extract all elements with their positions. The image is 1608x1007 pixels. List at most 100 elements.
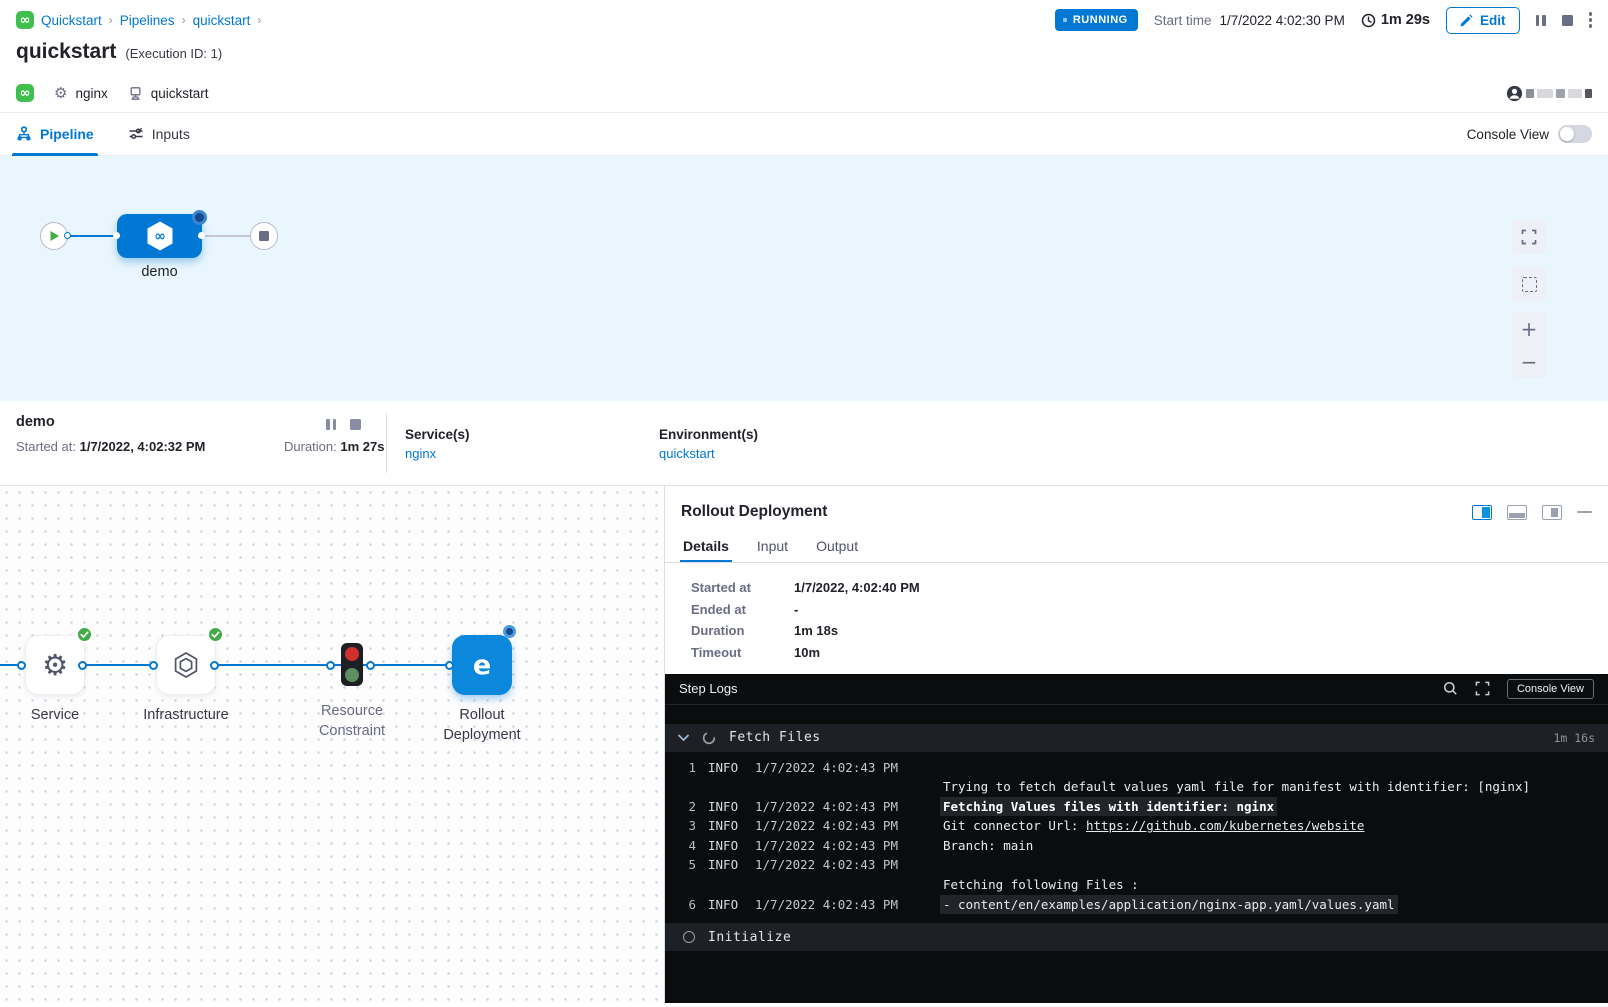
minimize-panel-button[interactable] <box>1577 511 1592 514</box>
layout-panel-right-button[interactable] <box>1542 505 1562 520</box>
green-light <box>345 668 359 682</box>
clock-icon <box>1361 13 1376 28</box>
port <box>113 232 120 239</box>
pencil-icon <box>1460 14 1473 27</box>
step-label-service: Service <box>0 705 115 725</box>
running-spinner-badge <box>503 625 516 638</box>
more-options-icon[interactable] <box>1589 12 1593 28</box>
log-line: 5INFO1/7/2022 4:02:43 PM <box>678 855 1595 875</box>
duration-value: 1m 27s <box>340 439 384 454</box>
step-logs: Step Logs Console View Fetch Files 1 <box>665 674 1608 1004</box>
top-header: ∞ Quickstart › Pipelines › quickstart › … <box>0 0 1608 112</box>
stop-pipeline-button[interactable] <box>1562 15 1573 26</box>
step-node-resource-constraint[interactable] <box>341 643 363 686</box>
harness-e-icon: e <box>473 650 491 681</box>
detail-value: 1m 18s <box>794 623 1582 638</box>
pause-pipeline-button[interactable] <box>1536 15 1546 26</box>
detail-value: 1/7/2022, 4:02:40 PM <box>794 580 1582 595</box>
zoom-in-button[interactable]: + <box>1512 312 1546 345</box>
connector-dot <box>149 661 158 670</box>
cd-module-icon: ∞ <box>16 84 34 102</box>
detail-label: Ended at <box>691 602 794 617</box>
section-duration: 1m 16s <box>1553 731 1595 745</box>
log-search-icon[interactable] <box>1443 681 1458 696</box>
step-details-table: Started at 1/7/2022, 4:02:40 PM Ended at… <box>665 563 1608 674</box>
console-view-label: Console View <box>1467 127 1549 142</box>
fullscreen-icon <box>1521 229 1537 245</box>
breadcrumb-link-pipeline-name[interactable]: quickstart <box>193 13 251 28</box>
connector-dot <box>326 661 335 670</box>
log-line: Fetching following Files : <box>678 875 1595 895</box>
log-link[interactable]: https://github.com/kubernetes/website <box>1086 818 1364 833</box>
chevron-right-icon: › <box>109 13 113 27</box>
breadcrumb-link-pipelines[interactable]: Pipelines <box>120 13 175 28</box>
step-label-rollout-deployment: Rollout Deployment <box>422 705 542 746</box>
console-view-toggle[interactable] <box>1558 125 1592 143</box>
inputs-icon <box>128 126 144 142</box>
layout-split-vertical-button[interactable] <box>1472 505 1492 520</box>
tab-input[interactable]: Input <box>757 529 788 562</box>
step-label-resource-constraint: Resource Constraint <box>300 701 404 742</box>
cd-stage-icon: ∞ <box>145 220 175 252</box>
edit-button[interactable]: Edit <box>1446 7 1520 34</box>
pipeline-end-node[interactable] <box>250 222 278 250</box>
svg-text:∞: ∞ <box>154 229 166 245</box>
connector-dot <box>17 661 26 670</box>
execution-graph-canvas[interactable]: ⚙ e Service Infrastructure <box>0 486 664 1003</box>
detail-label: Started at <box>691 580 794 595</box>
harness-cd-icon: ∞ <box>16 11 34 29</box>
tab-inputs[interactable]: Inputs <box>128 113 190 155</box>
red-light <box>345 647 359 661</box>
stage-label: demo <box>107 264 212 280</box>
detail-value: - <box>794 602 1582 617</box>
selection-box-icon <box>1522 277 1537 292</box>
start-time-label: Start time <box>1154 13 1212 28</box>
avatar-icon <box>1506 85 1523 102</box>
zoom-out-button[interactable]: − <box>1512 345 1546 378</box>
pipeline-canvas[interactable]: ∞ demo + − <box>0 156 1608 401</box>
log-fullscreen-icon[interactable] <box>1475 681 1490 696</box>
page-title: quickstart <box>16 40 116 64</box>
success-check-icon <box>76 626 93 643</box>
canvas-zoom-controls: + − <box>1512 312 1546 378</box>
breadcrumb: ∞ Quickstart › Pipelines › quickstart › <box>16 11 261 29</box>
stage-name: demo <box>16 414 55 430</box>
gear-icon: ⚙ <box>42 651 68 680</box>
step-node-rollout-deployment[interactable]: e <box>452 635 512 695</box>
play-icon <box>49 230 60 242</box>
canvas-fit-selection-button[interactable] <box>1512 267 1546 301</box>
log-lines: 1INFO1/7/2022 4:02:43 PM Trying to fetch… <box>665 752 1608 924</box>
log-line: 1INFO1/7/2022 4:02:43 PM <box>678 758 1595 778</box>
execution-id: (Execution ID: 1) <box>125 46 222 61</box>
stage-stop-button[interactable] <box>350 419 361 430</box>
stop-icon <box>259 231 269 241</box>
log-scroll-area[interactable]: Fetch Files 1m 16s 1INFO1/7/2022 4:02:43… <box>665 705 1608 1004</box>
gear-icon: ⚙ <box>54 86 67 101</box>
tab-pipeline[interactable]: Pipeline <box>16 113 94 155</box>
service-link[interactable]: nginx <box>405 446 470 461</box>
step-panel-title: Rollout Deployment <box>681 503 827 521</box>
status-dot <box>1063 18 1067 22</box>
log-line: 3INFO1/7/2022 4:02:43 PMGit connector Ur… <box>678 816 1595 836</box>
log-section-initialize[interactable]: Initialize <box>665 923 1608 951</box>
layout-split-horizontal-button[interactable] <box>1507 505 1527 520</box>
canvas-fullscreen-button[interactable] <box>1512 220 1546 254</box>
services-label: Service(s) <box>405 427 470 442</box>
divider <box>386 413 387 473</box>
pipeline-icon <box>16 126 32 142</box>
stage-pause-button[interactable] <box>326 419 336 430</box>
pending-circle-icon <box>683 931 695 943</box>
environment-tag: quickstart <box>128 86 209 101</box>
log-console-view-button[interactable]: Console View <box>1507 679 1594 699</box>
connector-dot <box>78 661 87 670</box>
environment-icon <box>128 86 143 101</box>
breadcrumb-link-quickstart[interactable]: Quickstart <box>41 13 102 28</box>
environment-link[interactable]: quickstart <box>659 446 758 461</box>
tab-details[interactable]: Details <box>683 529 729 562</box>
step-node-service[interactable]: ⚙ <box>25 635 85 695</box>
connector-dot <box>210 661 219 670</box>
tab-output[interactable]: Output <box>816 529 858 562</box>
stage-node-demo[interactable]: ∞ <box>117 214 202 258</box>
step-node-infrastructure[interactable] <box>156 635 216 695</box>
log-section-fetch-files[interactable]: Fetch Files 1m 16s <box>665 724 1608 752</box>
